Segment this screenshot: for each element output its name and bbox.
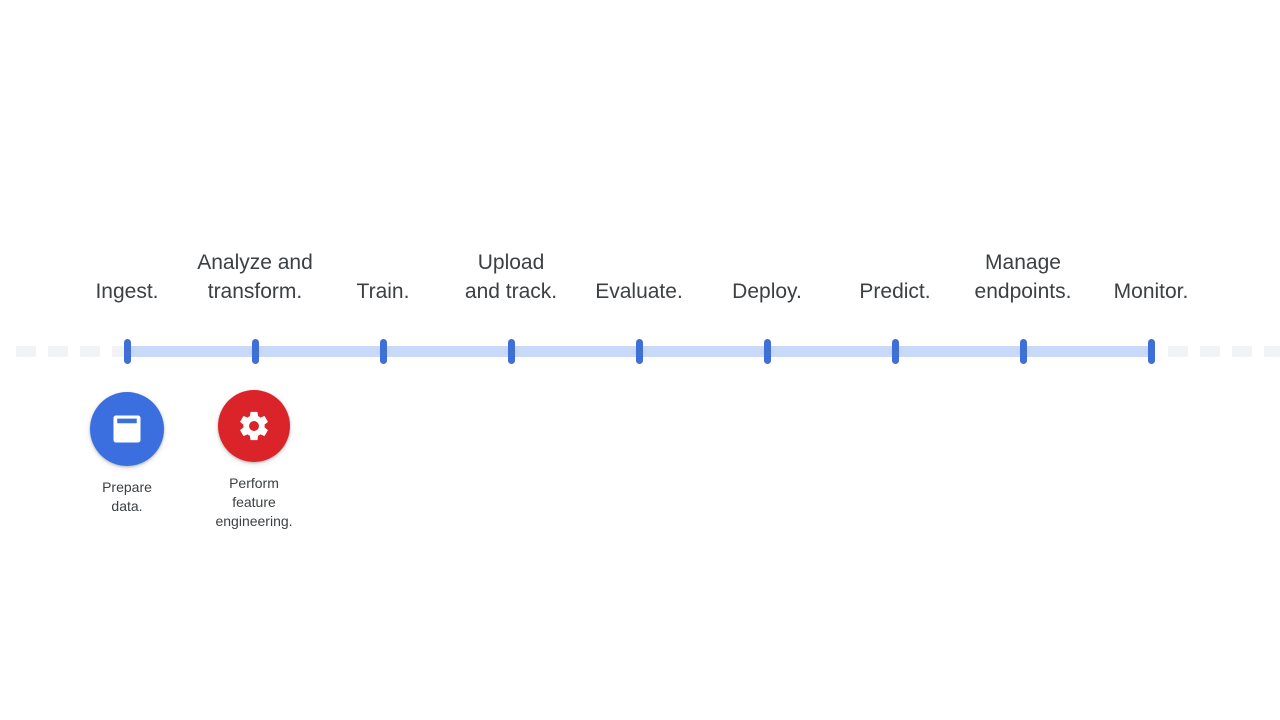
rail-dash xyxy=(1200,345,1220,357)
stage-marker[interactable] xyxy=(1019,339,1027,364)
stage-marker[interactable] xyxy=(635,339,643,364)
rail-dash xyxy=(16,345,36,357)
stage-marker[interactable] xyxy=(763,339,771,364)
stage-marker[interactable] xyxy=(1147,339,1155,364)
rail-dash xyxy=(1264,345,1280,357)
stage-marker[interactable] xyxy=(123,339,131,364)
stage-marker[interactable] xyxy=(891,339,899,364)
stage-label: Monitor. xyxy=(1113,280,1189,303)
rail-dash xyxy=(1168,345,1188,357)
dataset-grid-icon xyxy=(90,392,164,466)
rail-dash xyxy=(80,345,100,357)
workflow-diagram: Ingest. Analyze and transform. Train. Uploa… xyxy=(0,0,1280,720)
workflow-node[interactable]: Perform feature engineering. xyxy=(169,390,339,531)
node-caption: Perform feature engineering. xyxy=(215,475,293,529)
dashed-rail-left xyxy=(16,345,132,357)
stage-marker[interactable] xyxy=(251,339,259,364)
stage-marker[interactable] xyxy=(379,339,387,364)
stage-marker[interactable] xyxy=(507,339,515,364)
gear-icon xyxy=(218,390,290,462)
stage-label-band: Ingest. Analyze and transform. Train. Uploa… xyxy=(0,236,1280,306)
dashed-rail-right xyxy=(1168,345,1280,357)
rail-dash xyxy=(48,345,68,357)
rail-dash xyxy=(1232,345,1252,357)
